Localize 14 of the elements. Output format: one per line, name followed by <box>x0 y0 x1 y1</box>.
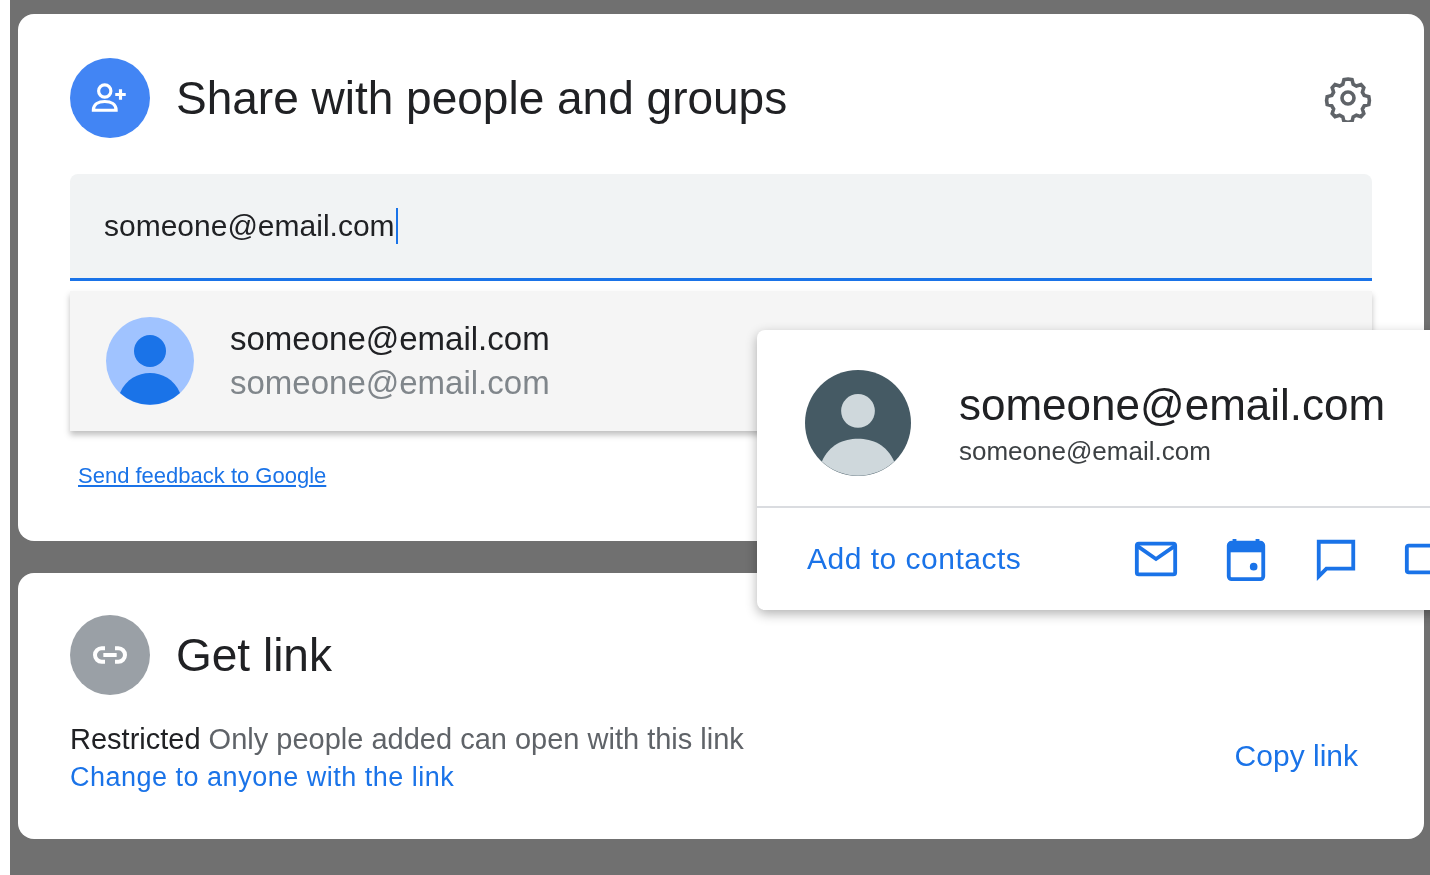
contact-email: someone@email.com <box>959 435 1212 467</box>
change-access-link[interactable]: Change to anyone with the link <box>70 762 744 793</box>
feedback-link[interactable]: Send feedback to Google <box>78 463 327 489</box>
settings-icon[interactable] <box>1324 74 1372 122</box>
email-input-field[interactable]: someone@email.com <box>70 174 1372 281</box>
access-description: Restricted Only people added can open with this link <box>70 723 744 756</box>
avatar-icon <box>805 370 911 476</box>
section-title: Get link <box>176 628 333 682</box>
add-to-contacts-link[interactable]: Add to contacts <box>807 542 1022 576</box>
avatar-icon <box>106 317 194 405</box>
dialog-title: Share with people and groups <box>176 71 789 125</box>
suggestion-email: someone@email.com <box>230 364 550 402</box>
suggestion-name: someone@email.com <box>230 320 550 358</box>
copy-link-button[interactable]: Copy link <box>1220 731 1372 781</box>
